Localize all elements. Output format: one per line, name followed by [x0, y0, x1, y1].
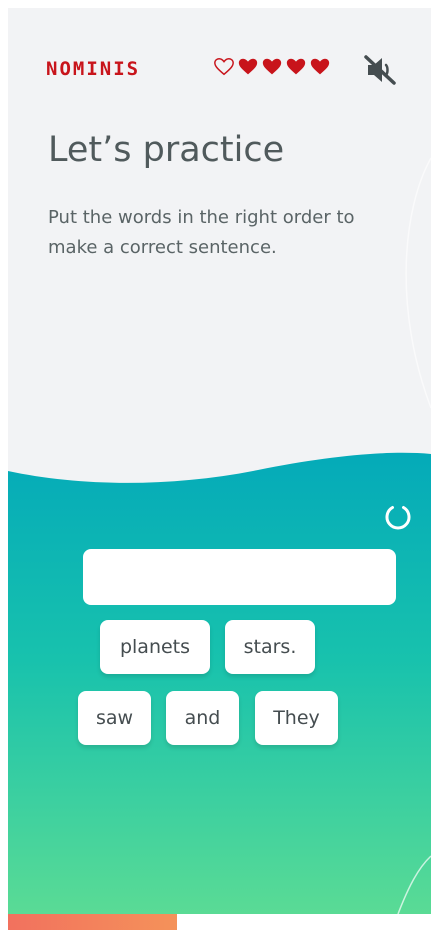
heart-full-icon — [286, 58, 306, 75]
lives-indicator — [213, 56, 331, 78]
word-tile-saw[interactable]: saw — [78, 691, 151, 745]
instruction-text: Put the words in the right order to make… — [48, 207, 355, 258]
answer-drop-zone[interactable] — [83, 549, 396, 605]
header-bar: NOMINIS — [8, 48, 431, 88]
app-screen: NOMINIS Let’s practice Put the words in … — [8, 8, 431, 914]
word-tile-stars[interactable]: stars. — [225, 620, 315, 674]
progress-bar-fill — [8, 914, 178, 930]
word-tile-they[interactable]: They — [255, 691, 338, 745]
word-tile-and[interactable]: and — [166, 691, 239, 745]
speaker-muted-icon[interactable] — [362, 52, 398, 88]
heart-full-icon — [238, 58, 258, 75]
heart-full-icon — [262, 58, 282, 75]
reset-icon[interactable] — [382, 500, 414, 532]
heart-full-icon — [310, 58, 330, 75]
word-tile-planets[interactable]: planets — [100, 620, 210, 674]
nominis-logo: NOMINIS — [46, 58, 141, 80]
progress-bar — [8, 914, 431, 930]
heart-empty-icon — [214, 58, 234, 76]
page-title: Let’s practice — [48, 130, 285, 170]
